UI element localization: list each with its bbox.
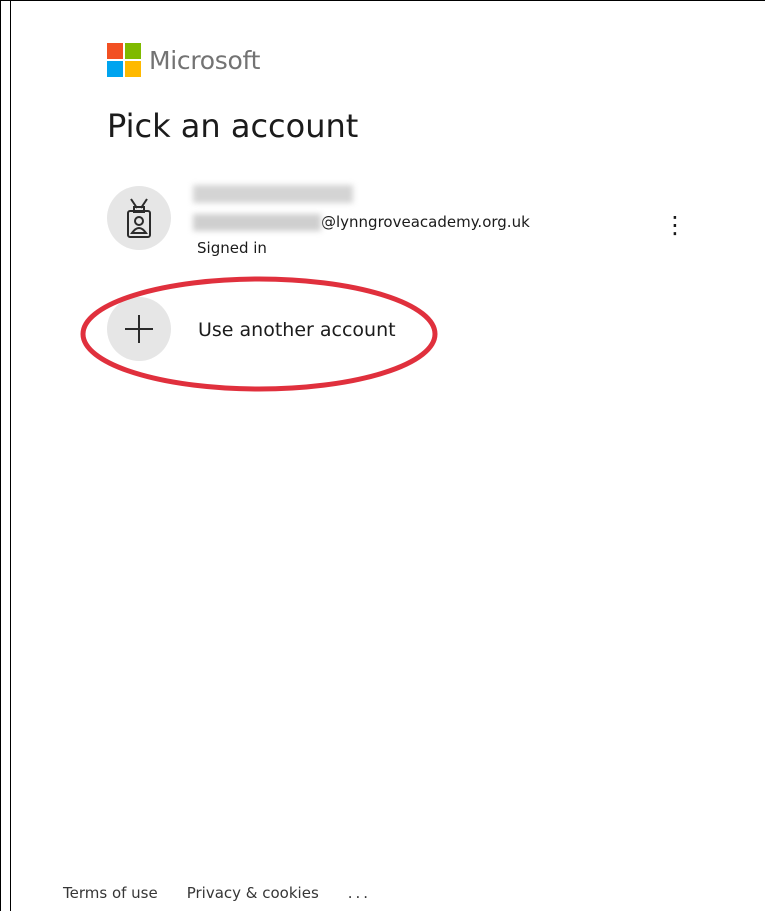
plus-icon — [125, 315, 153, 343]
footer: Terms of use Privacy & cookies ... — [63, 884, 371, 902]
privacy-cookies-link[interactable]: Privacy & cookies — [187, 884, 319, 902]
use-another-account-button[interactable]: Use another account — [107, 297, 607, 369]
use-another-account-label: Use another account — [198, 319, 396, 341]
account-email-domain: @lynngroveacademy.org.uk — [321, 213, 530, 231]
avatar — [107, 186, 171, 250]
plus-icon-circle — [107, 297, 171, 361]
account-email-user-redacted — [193, 213, 321, 231]
account-display-name-redacted — [193, 185, 353, 203]
account-tile[interactable]: @lynngroveacademy.org.uk Signed in ⋮ — [107, 181, 697, 265]
terms-of-use-link[interactable]: Terms of use — [63, 884, 158, 902]
microsoft-logo-icon — [107, 43, 141, 77]
page-title: Pick an account — [107, 107, 359, 145]
badge-icon — [127, 198, 151, 238]
vertical-ellipsis-icon: ⋮ — [663, 211, 687, 239]
account-more-options-button[interactable]: ⋮ — [663, 207, 687, 243]
account-email: @lynngroveacademy.org.uk — [193, 213, 530, 231]
account-status: Signed in — [197, 239, 267, 257]
microsoft-logo: Microsoft — [107, 43, 260, 77]
brand-name: Microsoft — [149, 45, 261, 75]
footer-more-button[interactable]: ... — [348, 884, 371, 902]
sign-in-dialog: Microsoft Pick an account @lynngroveacad… — [10, 0, 765, 911]
